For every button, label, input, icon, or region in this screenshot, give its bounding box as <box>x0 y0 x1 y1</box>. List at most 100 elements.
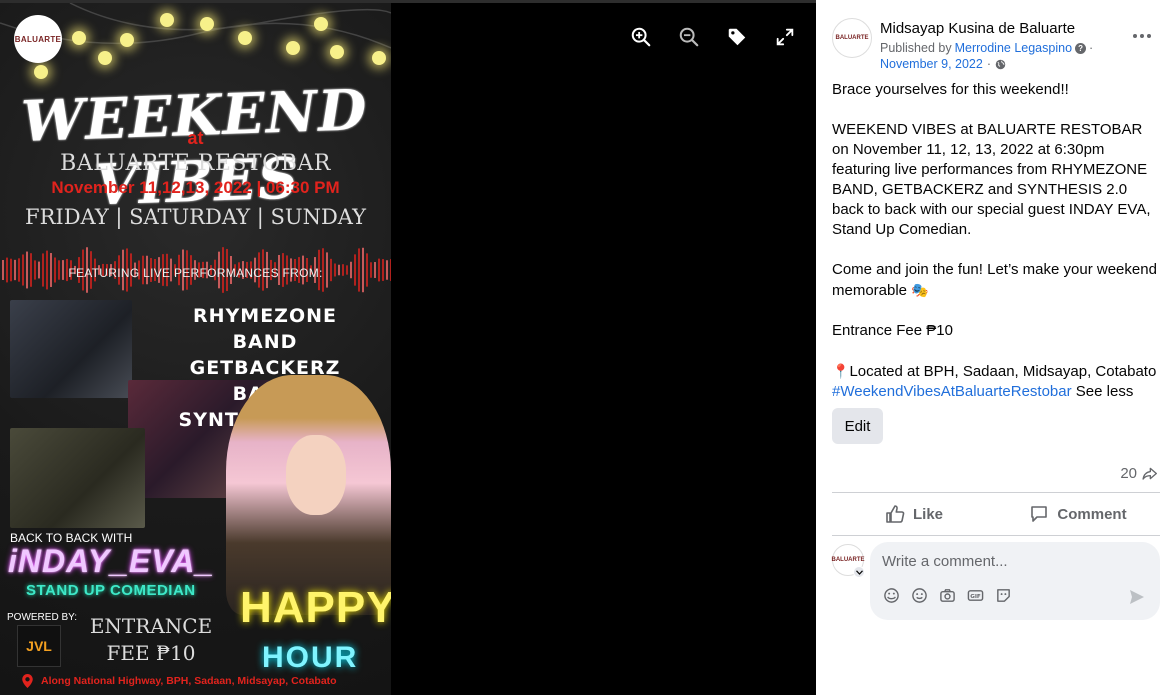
band-photo <box>10 428 145 528</box>
poster-address-text: Along National Highway, BPH, Sadaan, Mid… <box>41 675 337 687</box>
fee-line: FEE ₱10 <box>106 641 196 665</box>
post-paragraph: 📍Located at BPH, Sadaan, Midsayap, Cotab… <box>832 361 1162 382</box>
light-bulb <box>160 13 174 27</box>
see-less-link[interactable]: See less <box>1076 383 1134 400</box>
light-bulb <box>120 33 134 47</box>
zoom-in-button[interactable] <box>626 22 656 52</box>
like-button[interactable]: Like <box>832 494 996 534</box>
emoji-icon <box>911 587 927 603</box>
page-name[interactable]: Midsayap Kusina de Baluarte <box>880 20 1075 37</box>
post-paragraph: #WeekendVibesAtBaluarteRestobar See less <box>832 382 1162 402</box>
separator-dot: · <box>1089 41 1094 55</box>
sticker-icon <box>996 588 1010 602</box>
poster-happy: HAPPY <box>240 583 391 632</box>
avatar-text: BALUARTE <box>835 35 869 41</box>
post-paragraph: WEEKEND VIBES at BALUARTE RESTOBAR on No… <box>832 121 1151 238</box>
comment-input[interactable] <box>882 550 1142 572</box>
post-paragraph: Come and join the fun! Let’s make your w… <box>832 260 1162 301</box>
page-avatar[interactable]: BALUARTE <box>832 18 872 58</box>
thumbs-up-icon <box>886 505 905 523</box>
post-date-line: November 9, 2022 · <box>880 57 1006 71</box>
chevron-down-icon <box>855 569 863 575</box>
light-bulb <box>34 65 48 79</box>
poster-featuring: FEATURING LIVE PERFORMANCES FROM: <box>68 266 323 280</box>
avatar-sticker-icon <box>883 587 899 603</box>
fullscreen-icon <box>776 28 794 46</box>
post-date-link[interactable]: November 9, 2022 <box>880 57 983 71</box>
emoji-button[interactable] <box>910 586 928 604</box>
zoom-out-button[interactable] <box>674 22 704 52</box>
tag-photo-button[interactable] <box>722 22 752 52</box>
share-count-number: 20 <box>1120 465 1137 482</box>
post-paragraph: Entrance Fee ₱10 <box>832 322 953 339</box>
edit-button[interactable]: Edit <box>832 408 883 444</box>
post-details-pane: BALUARTE Midsayap Kusina de Baluarte Pub… <box>816 0 1174 695</box>
zoom-in-icon <box>631 27 651 47</box>
post-paragraph-text: Come and join the fun! Let’s make your w… <box>832 261 1157 299</box>
location-pin-icon <box>22 674 33 688</box>
publisher-link[interactable]: Merrodine Legaspino <box>955 41 1072 55</box>
like-label: Like <box>912 505 943 523</box>
avatar-sticker-button[interactable] <box>882 586 900 604</box>
comment-tools: GIF <box>882 586 1012 604</box>
location-text: Located at BPH, Sadaan, Midsayap, Cotaba… <box>849 363 1157 380</box>
light-bulb <box>330 45 344 59</box>
post-actions: Like Comment <box>832 494 1160 534</box>
send-icon[interactable] <box>1128 588 1146 606</box>
published-by-prefix: Published by <box>880 41 952 55</box>
viewer-toolbar <box>626 22 800 52</box>
sponsor-logo-text: JVL <box>26 638 52 654</box>
gif-icon: GIF <box>967 589 983 601</box>
poster-powered-by: POWERED BY: <box>7 612 78 623</box>
tag-icon <box>728 28 746 46</box>
light-bulb <box>200 17 214 31</box>
poster-logo-text: BALUARTE <box>14 34 62 44</box>
poster-days: FRIDAY | SATURDAY | SUNDAY <box>25 205 366 229</box>
event-poster: BALUARTE WEEKEND VIBES at BALUARTE RESTO… <box>0 3 391 695</box>
comment-icon <box>1031 506 1048 522</box>
light-bulb <box>238 31 252 45</box>
fullscreen-button[interactable] <box>770 22 800 52</box>
light-bulb <box>314 17 328 31</box>
globe-icon <box>995 59 1006 69</box>
divider <box>832 492 1160 493</box>
light-bulb <box>372 51 386 65</box>
light-bulb <box>286 41 300 55</box>
poster-date: November 11,12,13, 2022 | 06:30 PM <box>51 178 340 197</box>
band-photo <box>10 300 132 398</box>
comment-button[interactable]: Comment <box>996 494 1160 534</box>
photo-viewer: BALUARTE WEEKEND VIBES at BALUARTE RESTO… <box>0 0 1174 695</box>
info-icon[interactable]: ? <box>1075 42 1087 54</box>
share-count[interactable]: 20 <box>1120 465 1158 482</box>
avatar-text: BALUARTE <box>831 557 865 563</box>
published-by-line: Published by Merrodine Legaspino ? · <box>880 41 1093 55</box>
divider <box>832 535 1160 536</box>
post-paragraph: Brace yourselves for this weekend!! <box>832 81 1069 98</box>
camera-icon <box>939 588 955 602</box>
poster-at: at <box>187 128 204 148</box>
post-body: Brace yourselves for this weekend!! WEEK… <box>832 80 1162 402</box>
zoom-out-icon <box>679 27 699 47</box>
poster-hour: HOUR <box>262 641 359 674</box>
comment-composer: GIF <box>870 542 1160 620</box>
separator-dot: · <box>986 57 992 71</box>
hashtag-link[interactable]: #WeekendVibesAtBaluarteRestobar <box>832 383 1072 400</box>
fee-line: ENTRANCE <box>89 614 213 638</box>
photo-button[interactable] <box>938 586 956 604</box>
poster-title: WEEKEND VIBES <box>20 76 369 219</box>
more-options-button[interactable] <box>1130 24 1154 48</box>
pushpin-emoji: 📍 <box>832 363 850 379</box>
poster-guest-role: STAND UP COMEDIAN <box>26 582 196 599</box>
poster-entrance-fee: ENTRANCE FEE ₱10 <box>86 613 216 667</box>
poster-address: Along National Highway, BPH, Sadaan, Mid… <box>22 674 337 688</box>
light-bulb <box>98 51 112 65</box>
svg-text:GIF: GIF <box>970 594 981 600</box>
poster-logo: BALUARTE <box>14 15 62 63</box>
sticker-button[interactable] <box>994 586 1012 604</box>
poster-venue: BALUARTE RESTOBAR <box>60 151 331 176</box>
gif-button[interactable]: GIF <box>966 586 984 604</box>
guest-photo <box>226 375 391 615</box>
sponsor-logo: JVL <box>17 625 61 667</box>
performing-arts-emoji: 🎭 <box>911 282 929 298</box>
switch-profile-chevron[interactable] <box>853 566 865 578</box>
